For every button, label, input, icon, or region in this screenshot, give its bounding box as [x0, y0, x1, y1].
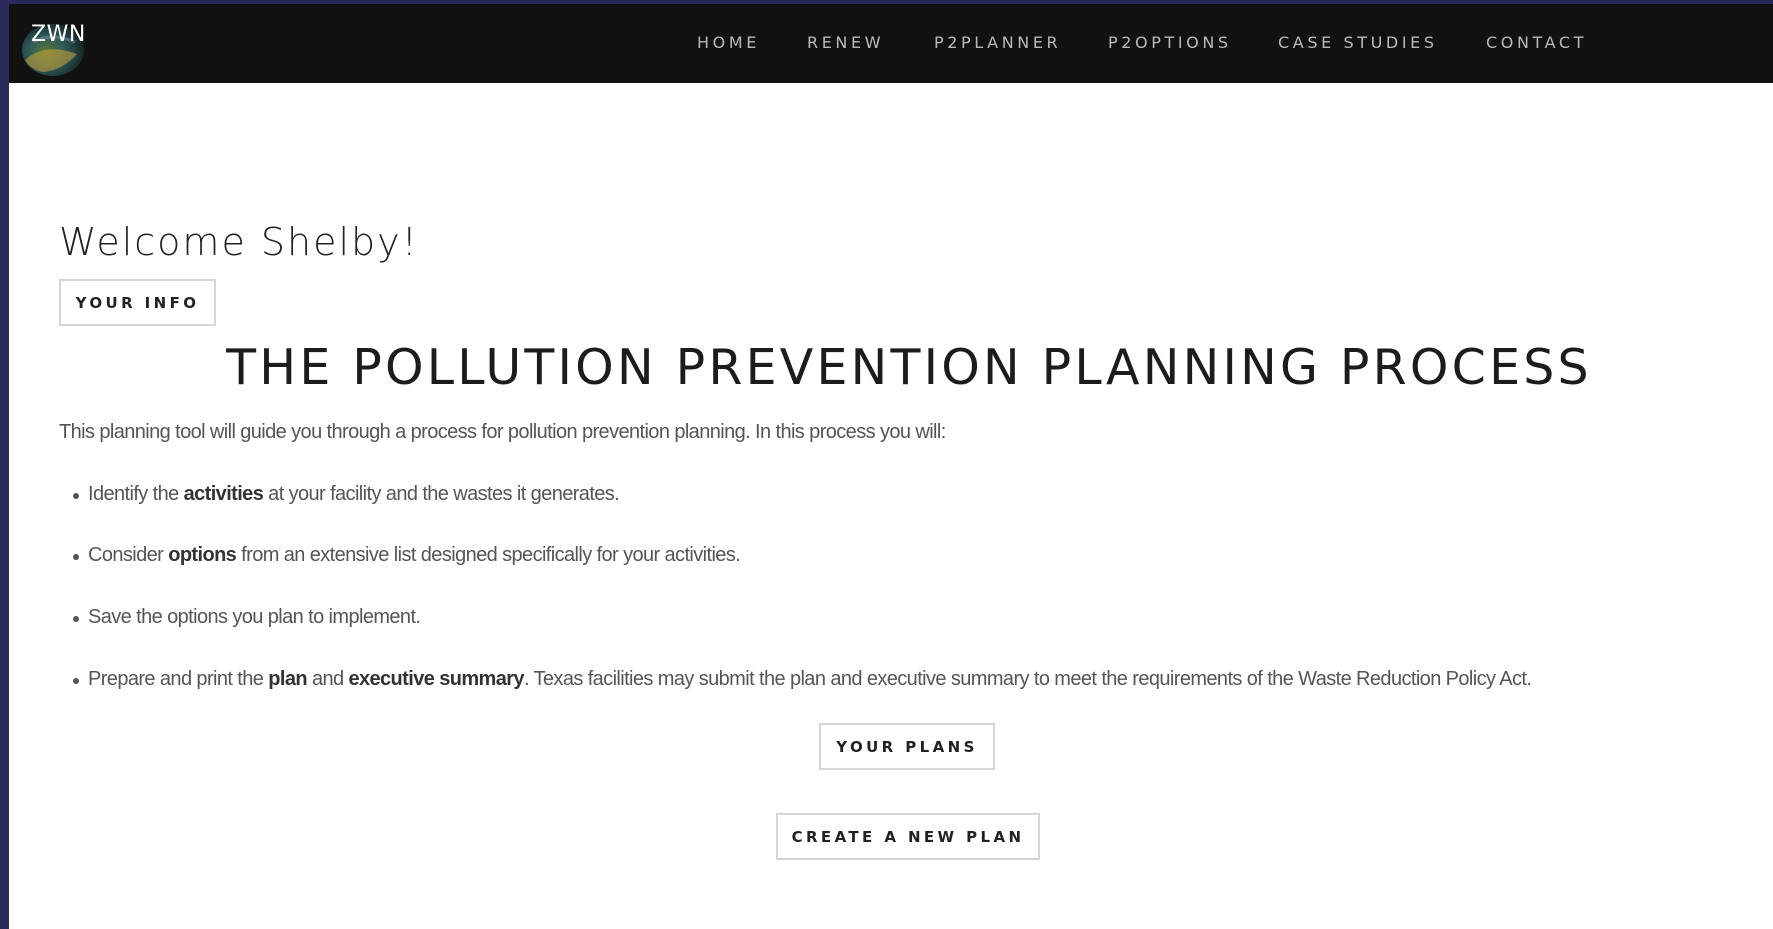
your-plans-button[interactable]: YOUR PLANS — [819, 723, 995, 770]
bullet-text: at your facility and the wastes it gener… — [263, 483, 620, 505]
top-navigation-bar: ZWN HOME RENEW P2PLANNER P2OPTIONS CASE … — [9, 4, 1773, 83]
bullet-icon — [73, 678, 79, 684]
nav-p2planner[interactable]: P2PLANNER — [934, 33, 1061, 52]
bullet-text: Consider — [88, 544, 169, 566]
create-new-plan-button[interactable]: CREATE A NEW PLAN — [776, 813, 1040, 860]
bullet-emphasis: options — [168, 544, 237, 566]
welcome-heading: Welcome Shelby! — [59, 220, 419, 264]
bullet-text: from an extensive list designed specific… — [236, 544, 741, 566]
main-nav: HOME RENEW P2PLANNER P2OPTIONS CASE STUD… — [9, 4, 1773, 83]
bullet-emphasis: activities — [183, 483, 264, 505]
bullet-text: and — [306, 668, 349, 690]
page-title: THE POLLUTION PREVENTION PLANNING PROCES… — [226, 339, 1592, 396]
bullet-text: . Texas facilities may submit the plan a… — [523, 668, 1532, 690]
bullet-icon — [73, 616, 79, 622]
bullet-emphasis: plan — [268, 668, 307, 690]
nav-renew[interactable]: RENEW — [807, 33, 884, 52]
bullet-text: Prepare and print the — [88, 668, 269, 690]
bullet-text: Identify the — [88, 483, 184, 505]
intro-text: This planning tool will guide you throug… — [59, 421, 946, 443]
nav-p2options[interactable]: P2OPTIONS — [1108, 33, 1232, 52]
bullet-icon — [73, 493, 79, 499]
nav-case-studies[interactable]: CASE STUDIES — [1278, 33, 1438, 52]
nav-home[interactable]: HOME — [697, 33, 760, 52]
your-info-button[interactable]: YOUR INFO — [59, 279, 216, 326]
bullet-emphasis: executive summary — [348, 668, 524, 690]
bullet-icon — [73, 554, 79, 560]
bullet-text: Save the options you plan to implement. — [88, 606, 421, 628]
browser-page: ZWN HOME RENEW P2PLANNER P2OPTIONS CASE … — [9, 4, 1773, 929]
nav-contact[interactable]: CONTACT — [1486, 33, 1587, 52]
